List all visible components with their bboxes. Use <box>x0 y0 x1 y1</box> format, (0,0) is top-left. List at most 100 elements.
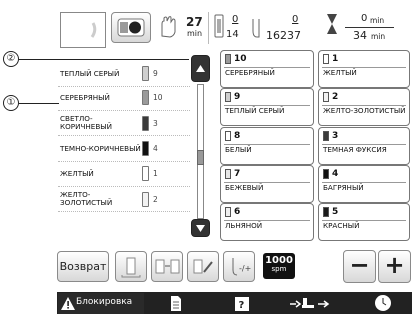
thread-number: 7 <box>234 169 241 179</box>
clock-button[interactable] <box>372 293 394 313</box>
thread-edit-button[interactable] <box>187 251 219 282</box>
arrow-up-icon <box>196 65 205 72</box>
callout-2-line <box>19 59 189 60</box>
thread-header: 4 <box>323 169 338 179</box>
thread-cell[interactable]: 1 ЖЕЛТЫЙ <box>318 50 410 88</box>
spool-icon <box>121 257 141 278</box>
needle-current: 0 <box>232 14 239 25</box>
time-current-unit: min <box>370 16 385 25</box>
thread-swap-button[interactable] <box>151 251 183 282</box>
clock-icon <box>375 295 391 311</box>
spool-icon <box>142 90 149 105</box>
speed-plus-button[interactable]: + <box>378 250 411 283</box>
thread-header: 8 <box>225 131 240 141</box>
spool-icon <box>225 169 231 179</box>
stop-view-icon <box>117 18 145 37</box>
thread-number: 10 <box>234 54 247 64</box>
thread-number: 8 <box>234 131 241 141</box>
divider-line <box>58 86 190 87</box>
time-total-unit: min <box>371 32 386 41</box>
speed-display: 1000 spm <box>263 253 295 279</box>
thread-header: 3 <box>323 131 338 141</box>
thread-cell[interactable]: 3 ТЕМНАЯ ФУКСИЯ <box>318 127 410 165</box>
document-icon <box>171 296 181 311</box>
thread-number: 1 <box>332 54 339 64</box>
spool-icon <box>225 131 231 141</box>
hourglass-icon <box>326 13 338 35</box>
presser-foot-button[interactable] <box>288 294 332 313</box>
divider-line <box>58 161 190 162</box>
color-number: 9 <box>153 69 158 78</box>
color-list-item[interactable]: ТЕМНО-КОРИЧНЕВЫЙ 4 <box>60 141 188 156</box>
color-list-item[interactable]: ЖЕЛТО-ЗОЛОТИСТЫЙ 2 <box>60 191 188 207</box>
presser-foot-icon <box>290 298 330 308</box>
stitch-time-unit: min <box>187 29 203 38</box>
thread-cell[interactable]: 8 БЕЛЫЙ <box>220 127 314 165</box>
pattern-preview[interactable] <box>60 12 106 48</box>
spool-icon <box>323 169 329 179</box>
spool-icon <box>142 66 149 81</box>
thread-header: 10 <box>225 54 247 64</box>
spool-icon <box>142 166 149 181</box>
document-button[interactable] <box>166 294 186 313</box>
back-button[interactable]: Возврат <box>57 251 109 282</box>
divider-line <box>58 110 190 111</box>
thread-number: 6 <box>234 207 241 217</box>
warning-icon <box>61 297 75 310</box>
color-sort-button[interactable] <box>115 251 147 282</box>
stop-view-button[interactable] <box>111 12 151 43</box>
thread-number: 9 <box>234 92 241 102</box>
color-name: СЕРЕБРЯНЫЙ <box>60 92 110 102</box>
spool-icon <box>142 115 149 131</box>
needle-speed-button[interactable]: -/+ <box>223 251 255 282</box>
divider-line <box>58 186 190 187</box>
color-list-item[interactable]: СЕРЕБРЯНЫЙ 10 <box>60 90 188 105</box>
spool-icon <box>225 207 231 217</box>
color-number: 10 <box>153 93 163 102</box>
help-icon: ? <box>235 297 249 311</box>
spool-icon <box>225 54 231 64</box>
thread-number: 3 <box>332 131 339 141</box>
time-current: 0 <box>361 13 368 24</box>
color-number: 1 <box>153 169 158 178</box>
color-list-item[interactable]: ТЕПЛЫЙ СЕРЫЙ 9 <box>60 66 188 81</box>
needle-count-icon <box>213 14 225 38</box>
svg-text:-/+: -/+ <box>239 264 251 273</box>
color-list-item[interactable]: ЖЕЛТЫЙ 1 <box>60 166 188 181</box>
spool-icon <box>142 191 149 207</box>
stitch-current: 0 <box>292 14 299 25</box>
thread-cell[interactable]: 7 БЕЖЕВЫЙ <box>220 165 314 203</box>
speed-minus-button[interactable]: − <box>343 250 376 283</box>
thread-cell[interactable]: 9 ТЕПЛЫЙ СЕРЫЙ <box>220 88 314 126</box>
thread-name: КРАСНЫЙ <box>323 221 360 230</box>
thread-name: БЕЛЫЙ <box>225 145 252 154</box>
thread-cell[interactable]: 5 КРАСНЫЙ <box>318 203 410 241</box>
thread-name: ТЕМНАЯ ФУКСИЯ <box>323 145 387 154</box>
thread-header: 9 <box>225 92 240 102</box>
divider-line <box>58 135 190 136</box>
help-button[interactable]: ? <box>232 294 252 313</box>
thread-cell[interactable]: 10 СЕРЕБРЯНЫЙ <box>220 50 314 88</box>
callout-1-line <box>19 103 59 104</box>
callout-2: ② <box>3 51 19 67</box>
thread-cell[interactable]: 2 ЖЕЛТО-ЗОЛОТИСТЫЙ <box>318 88 410 126</box>
scroll-up-button[interactable] <box>191 55 210 82</box>
needle-total: 14 <box>226 29 239 40</box>
spool-icon <box>225 92 231 102</box>
lock-label: Блокировка <box>76 297 133 307</box>
color-list-item[interactable]: СВЕТЛО-КОРИЧНЕВЫЙ 3 <box>60 115 188 131</box>
thread-cell[interactable]: 6 ЛЬНЯНОЙ <box>220 203 314 241</box>
thread-name: БАГРЯНЫЙ <box>323 183 364 192</box>
stitch-total: 16237 <box>266 29 301 42</box>
scroll-thumb[interactable] <box>197 150 204 165</box>
spool-icon <box>323 207 329 217</box>
color-name: ЖЕЛТЫЙ <box>60 168 94 178</box>
color-number: 2 <box>153 194 158 204</box>
thread-name: БЕЖЕВЫЙ <box>225 183 264 192</box>
color-name: СВЕТЛО-КОРИЧНЕВЫЙ <box>60 114 112 131</box>
thread-cell[interactable]: 4 БАГРЯНЫЙ <box>318 165 410 203</box>
lock-button[interactable]: Блокировка <box>58 293 144 314</box>
color-number: 4 <box>153 144 158 153</box>
thread-name: ЖЕЛТО-ЗОЛОТИСТЫЙ <box>323 106 406 115</box>
scroll-down-button[interactable] <box>191 219 210 237</box>
